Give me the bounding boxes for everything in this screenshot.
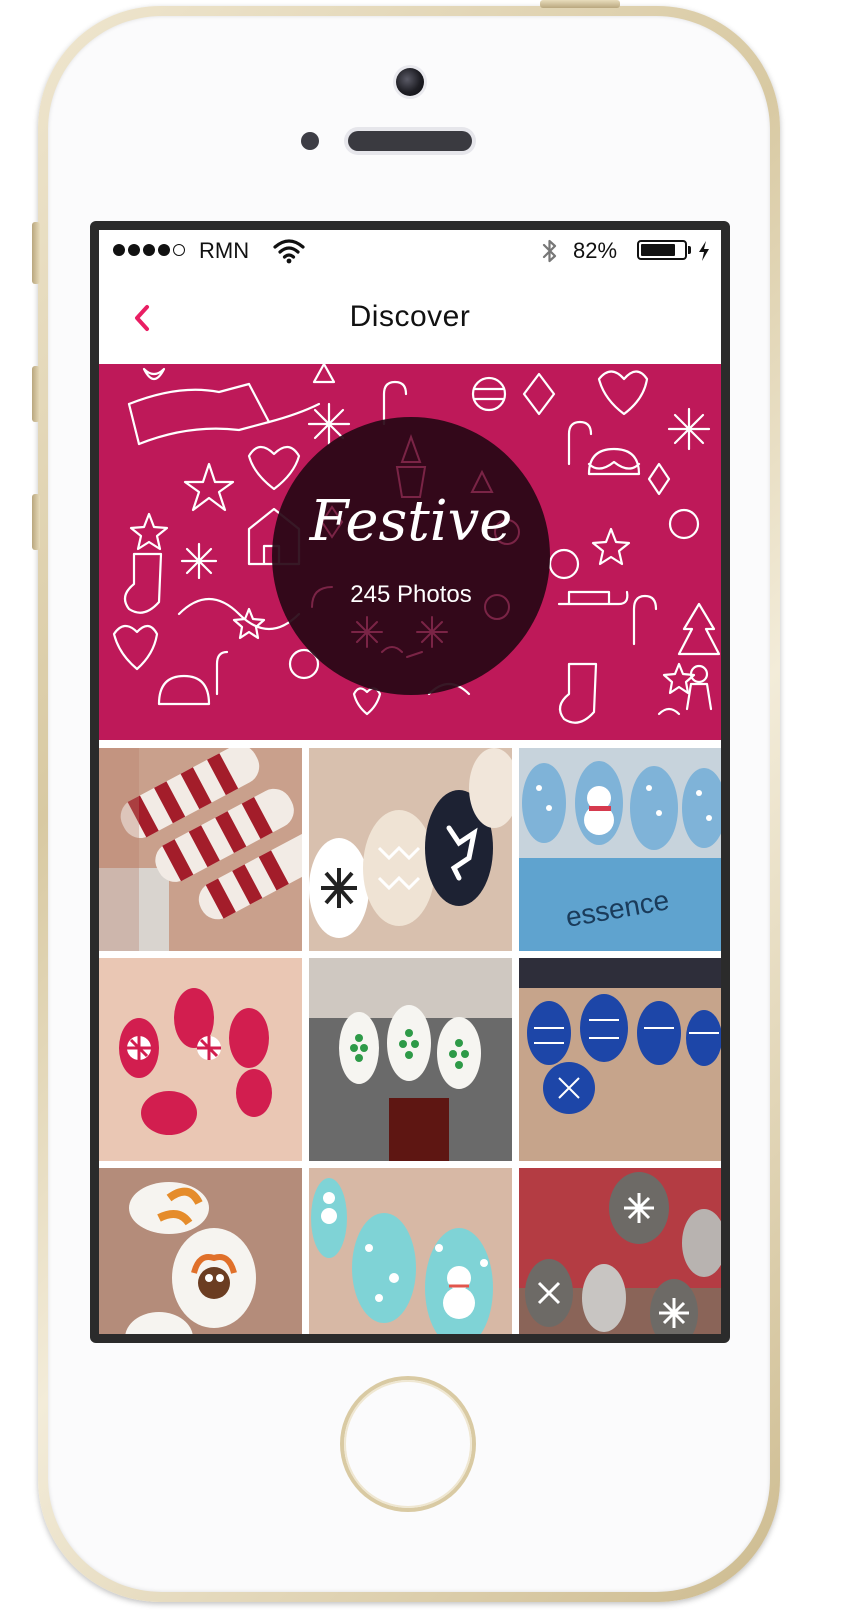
carrier-name: RMN (199, 238, 250, 263)
photo-tile-turquoise-snowman-nails[interactable] (309, 1168, 512, 1334)
photo-tile-snowman-nails[interactable]: essence (519, 748, 721, 951)
signal-dot-empty (173, 244, 185, 256)
photo-tile-turkey-nails[interactable] (99, 1168, 302, 1334)
category-banner[interactable]: Festive 245 Photos (99, 364, 721, 740)
power-button (540, 0, 620, 8)
photo-count: 245 Photos (350, 581, 472, 608)
signal-dot (158, 244, 170, 256)
front-camera (396, 68, 424, 96)
photo-tile-reindeer-nails[interactable] (309, 748, 512, 951)
battery-percentage: 82% (573, 238, 618, 263)
home-button[interactable] (344, 1380, 472, 1508)
photo-grid: essence (99, 748, 721, 1334)
volume-up-button (32, 366, 40, 422)
signal-dot (143, 244, 155, 256)
proximity-sensor (301, 132, 319, 150)
battery-icon (637, 240, 687, 260)
photo-tile-christmas-tree-nails[interactable] (309, 958, 512, 1161)
volume-down-button (32, 494, 40, 550)
mute-switch (32, 222, 40, 284)
status-bar: RMN 82% (99, 230, 721, 272)
wifi-icon (273, 239, 305, 264)
earpiece-speaker (348, 131, 472, 151)
page-title: Discover (349, 300, 471, 333)
navigation-bar: Discover (99, 272, 721, 364)
photo-tile-candy-cane-nails[interactable] (99, 748, 302, 951)
battery-tip (688, 246, 691, 254)
signal-strength-icon (113, 244, 185, 256)
category-badge: Festive 245 Photos (272, 417, 550, 695)
charging-bolt-icon (699, 241, 709, 261)
signal-dot (113, 244, 125, 256)
phone-screen: RMN 82% Discover Festive 245 Photos esse… (90, 221, 730, 1343)
photo-tile-nordic-glitter-nails[interactable] (519, 1168, 721, 1334)
category-title: Festive (309, 489, 513, 554)
bluetooth-icon (542, 239, 557, 263)
photo-tile-peppermint-nails[interactable] (99, 958, 302, 1161)
photo-tile-sweater-pattern-nails[interactable] (519, 958, 721, 1161)
app-screen: RMN 82% Discover Festive 245 Photos esse… (99, 230, 721, 1334)
battery-level-fill (641, 244, 676, 256)
badge-doodle-overlay (311, 434, 520, 658)
signal-dot (128, 244, 140, 256)
